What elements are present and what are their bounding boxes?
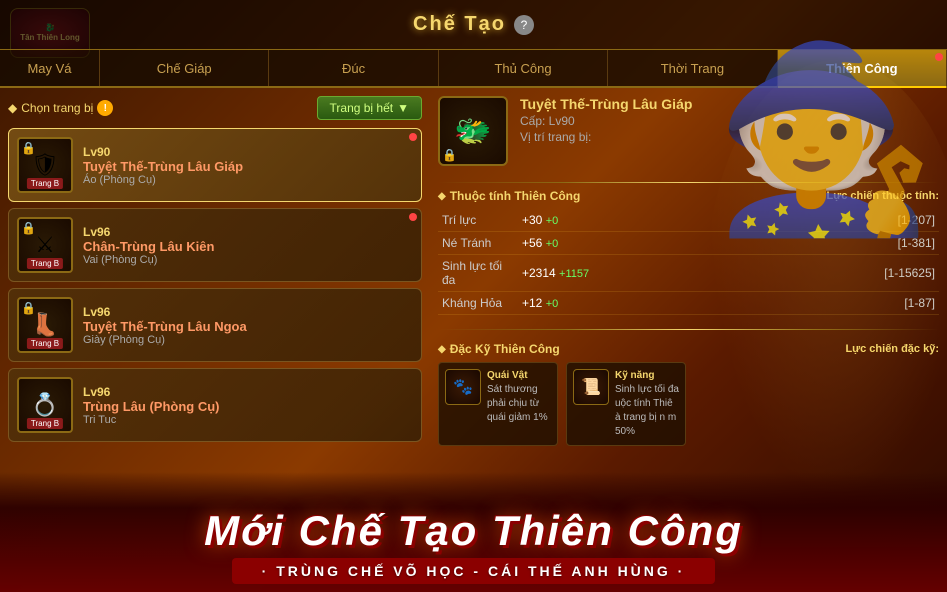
detail-info: Tuyệt Thế-Trùng Lâu Giáp Cấp: Lv90 Vị tr… [520,96,939,144]
detail-icon: 🐲 🔒 [438,96,508,166]
detail-level: Cấp: Lv90 [520,114,939,128]
equip-level-2: Lv96 [83,225,413,239]
equip-info-2: Lv96 Chân-Trùng Lâu Kiên Vai (Phòng Cụ) [83,225,413,266]
filter-bar: ◆ Chọn trang bị ! Trang bị hết ▼ [8,96,422,120]
stat-row-2: Né Tránh +56 +0 [1-381] [438,232,939,255]
tab-thu-cong[interactable]: Thủ Công [439,50,608,86]
tab-che-giap[interactable]: Chế Giáp [100,50,269,86]
detail-header: 🐲 🔒 Tuyệt Thế-Trùng Lâu Giáp Cấp: Lv90 V… [438,96,939,166]
stat-row-3: Sinh lực tối đa +2314 +1157 [1-15625] [438,255,939,292]
help-icon[interactable]: ? [514,15,534,35]
stats-table: Trí lực +30 +0 [1-207] Né Tránh +56 +0 [… [438,209,939,315]
detail-title: Tuyệt Thế-Trùng Lâu Giáp [520,96,939,112]
equip-item-2[interactable]: ⚔ Trang B 🔒 Lv96 Chân-Trùng Lâu Kiên Vai… [8,208,422,282]
header-bar: Chế Tạo ? [0,0,947,50]
filter-label: ◆ Chọn trang bị ! [8,100,113,116]
stat-range-4: [1-87] [608,292,939,315]
stat-bonus-1: +0 [546,215,559,227]
stat-row-1: Trí lực +30 +0 [1-207] [438,209,939,232]
lock-icon-1: 🔒 [21,141,36,155]
tab-dot [935,53,943,61]
stat-val-4: +12 +0 [518,292,608,315]
skill-text-1: Quái Vật Sát thương phải chịu từ quái gi… [487,369,551,425]
stat-name-1: Trí lực [438,209,518,232]
stat-range-3: [1-15625] [608,255,939,292]
equip-type-2: Vai (Phòng Cụ) [83,254,413,266]
equip-name-3: Tuyệt Thế-Trùng Lâu Ngoa [83,319,413,334]
equip-name-1: Tuyệt Thế-Trùng Lâu Giáp [83,159,413,174]
equip-info-4: Lv96 Trùng Lâu (Phòng Cụ) Tri Tuc [83,385,413,426]
detail-position: Vị trí trang bị: [520,130,939,144]
skills-grid: 🐾 Quái Vật Sát thương phải chịu từ quái … [438,362,939,446]
lock-icon-2: 🔒 [21,221,36,235]
equip-icon-3: 👢 Trang B 🔒 [17,297,73,353]
stat-name-4: Kháng Hỏa [438,292,518,315]
equip-info-3: Lv96 Tuyệt Thế-Trùng Lâu Ngoa Giày (Phòn… [83,305,413,346]
equip-icon-1: 🛡 Trang B 🔒 [17,137,73,193]
equip-item-3[interactable]: 👢 Trang B 🔒 Lv96 Tuyệt Thế-Trùng Lâu Ngo… [8,288,422,362]
stat-row-4: Kháng Hỏa +12 +0 [1-87] [438,292,939,315]
equip-dot-1 [409,133,417,141]
attributes-section: Thuộc tính Thiên Công Lực chiến thuộc tí… [438,189,939,323]
tab-thoi-trang[interactable]: Thời Trang [608,50,777,86]
equip-item-4[interactable]: 💍 Trang B Lv96 Trùng Lâu (Phòng Cụ) Tri … [8,368,422,442]
attributes-title: Thuộc tính Thiên Công Lực chiến thuộc tí… [438,189,939,203]
equip-icon-2: ⚔ Trang B 🔒 [17,217,73,273]
skill-icon-2: 📜 [573,369,609,405]
equip-type-1: Áo (Phòng Cụ) [83,174,413,186]
stat-val-3: +2314 +1157 [518,255,608,292]
stat-val-2: +56 +0 [518,232,608,255]
stat-name-2: Né Tránh [438,232,518,255]
divider-1 [438,182,939,183]
stat-val-1: +30 +0 [518,209,608,232]
tab-may-va[interactable]: May Vá [0,50,100,86]
equip-item-1[interactable]: 🛡 Trang B 🔒 Lv90 Tuyệt Thế-Trùng Lâu Giá… [8,128,422,202]
tab-duc[interactable]: Đúc [269,50,438,86]
banner-sub-text: · TRÙNG CHẾ VÕ HỌC - CÁI THẾ ANH HÙNG · [232,558,716,584]
lock-icon-3: 🔒 [21,301,36,315]
skills-section: Đặc Kỹ Thiên Công Lực chiến đặc kỹ: 🐾 Qu… [438,342,939,446]
bottom-banner: Mới Chế Tạo Thiên Công · TRÙNG CHẾ VÕ HỌ… [0,472,947,592]
stat-bonus-3: +1157 [559,268,589,280]
equip-type-3: Giày (Phòng Cụ) [83,334,413,346]
equip-dot-2 [409,213,417,221]
skill-card-1: 🐾 Quái Vật Sát thương phải chịu từ quái … [438,362,558,446]
equip-icon-4: 💍 Trang B [17,377,73,433]
equip-level-3: Lv96 [83,305,413,319]
stat-name-3: Sinh lực tối đa [438,255,518,292]
skills-right-label: Lực chiến đặc kỹ: [845,343,939,355]
warning-icon: ! [97,100,113,116]
tab-thien-cong[interactable]: Thiên Công [778,50,947,86]
stat-range-1: [1-207] [608,209,939,232]
stat-range-2: [1-381] [608,232,939,255]
stat-bonus-4: +0 [546,298,559,310]
banner-main-text: Mới Chế Tạo Thiên Công [204,510,743,552]
header-title: Chế Tạo [413,13,506,36]
equip-info-1: Lv90 Tuyệt Thế-Trùng Lâu Giáp Áo (Phòng … [83,145,413,186]
dropdown-button[interactable]: Trang bị hết ▼ [317,96,422,120]
equip-name-4: Trùng Lâu (Phòng Cụ) [83,399,413,414]
attributes-right-label: Lực chiến thuộc tính: [827,190,939,202]
equip-level-4: Lv96 [83,385,413,399]
tab-navigation: May Vá Chế Giáp Đúc Thủ Công Thời Trang … [0,50,947,88]
skill-text-2: Kỹ năng Sinh lực tối đa uộc tính Thiê à … [615,369,679,439]
equip-level-1: Lv90 [83,145,413,159]
equip-badge-3: Trang B [27,338,63,349]
equip-badge-4: Trang B [27,418,63,429]
skills-title: Đặc Kỹ Thiên Công Lực chiến đặc kỹ: [438,342,939,356]
equip-type-4: Tri Tuc [83,414,413,426]
equip-name-2: Chân-Trùng Lâu Kiên [83,239,413,254]
divider-2 [438,329,939,330]
equip-badge-2: Trang B [27,258,63,269]
skill-icon-1: 🐾 [445,369,481,405]
skill-card-2: 📜 Kỹ năng Sinh lực tối đa uộc tính Thiê … [566,362,686,446]
equip-badge-1: Trang B [27,178,63,189]
stat-bonus-2: +0 [546,238,559,250]
